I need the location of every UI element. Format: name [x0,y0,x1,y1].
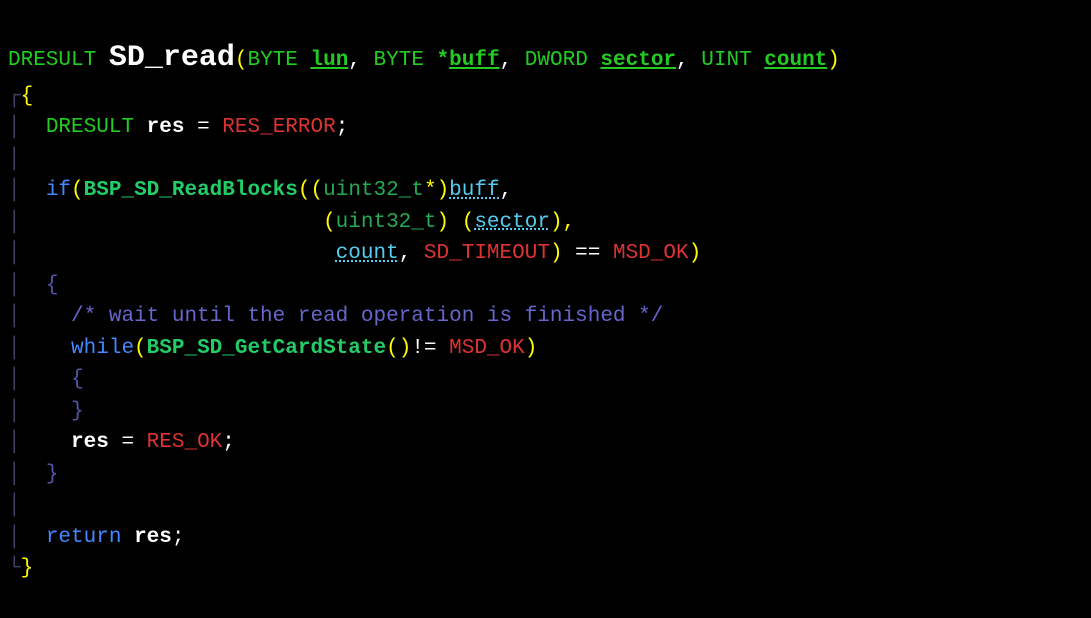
brace-open: { [71,368,84,391]
sep: , [348,49,373,72]
guide: │ [8,179,21,202]
function-name: SD_read [109,41,235,75]
cast-type: uint32_t [323,179,424,202]
call: BSP_SD_GetCardState [147,337,386,360]
line-8: │ { [8,274,58,297]
return-type: DRESULT [8,49,109,72]
guide: │ [8,148,21,171]
cast-type: uint32_t [336,211,437,234]
paren-close: ) [689,242,702,265]
kw-if: if [46,179,71,202]
guide: │ [8,494,21,517]
code-block: DRESULT SD_read(BYTE lun, BYTE *buff, DW… [0,0,1091,589]
paren-open: ( [134,337,147,360]
line-17: └} [8,557,33,580]
enum-val: RES_OK [147,431,223,454]
line-2: ┌{ [8,85,33,108]
paren-open: ( [311,179,324,202]
guide: └ [8,557,21,580]
param4-type: UINT [701,49,764,72]
enum-val: MSD_OK [449,337,525,360]
arg-timeout: SD_TIMEOUT [424,242,550,265]
line-16: │ return res; [8,526,184,549]
line-1: DRESULT SD_read(BYTE lun, BYTE *buff, DW… [8,49,840,72]
kw-while: while [71,337,134,360]
guide: │ [8,242,21,265]
guide: │ [8,431,21,454]
brace-close: } [46,463,59,486]
brace-close: } [21,557,34,580]
line-5: │ if(BSP_SD_ReadBlocks((uint32_t*)buff, [8,179,512,202]
line-6: │ (uint32_t) (sector), [8,211,575,234]
param4-name: count [764,49,827,72]
paren-open: ( [298,179,311,202]
paren-close: ) [437,179,450,202]
paren-close: ) [525,337,538,360]
semi: ; [336,116,349,139]
guide: │ [8,211,21,234]
star: * [437,49,450,72]
paren-open: ( [235,49,248,72]
paren-close: ) ( [437,211,475,234]
sep: , [500,49,525,72]
parens: () [386,337,411,360]
line-11: │ { [8,368,84,391]
arg: sector [474,211,550,234]
arg: buff [449,179,499,202]
comma: , [500,179,513,202]
brace-close: } [71,400,84,423]
line-7: │ count, SD_TIMEOUT) == MSD_OK) [8,242,701,265]
guide: │ [8,463,21,486]
line-10: │ while(BSP_SD_GetCardState()!= MSD_OK) [8,337,537,360]
paren-close: ) [827,49,840,72]
comment: /* wait until the read operation is fini… [71,305,663,328]
guide: │ [8,400,21,423]
enum-val: RES_ERROR [222,116,335,139]
kw-return: return [46,526,122,549]
paren-open: ( [71,179,84,202]
guide: │ [8,116,21,139]
guide: │ [8,305,21,328]
guide: │ [8,526,21,549]
guide: │ [8,337,21,360]
brace-open: { [46,274,59,297]
var: res [134,526,172,549]
decl-var: res [147,116,185,139]
semi: ; [172,526,185,549]
star: * [424,179,437,202]
param2-name: buff [449,49,499,72]
var: res [71,431,109,454]
guide: │ [8,274,21,297]
op-eq: = [184,116,222,139]
guide: │ [8,368,21,391]
param3-name: sector [600,49,676,72]
semi: ; [222,431,235,454]
param2-type: BYTE [374,49,437,72]
param1-name: lun [310,49,348,72]
line-13: │ res = RES_OK; [8,431,235,454]
tail: ), [550,211,575,234]
paren-open: ( [323,211,336,234]
line-14: │ } [8,463,58,486]
line-3: │ DRESULT res = RES_ERROR; [8,116,348,139]
sep: , [676,49,701,72]
line-9: │ /* wait until the read operation is fi… [8,305,663,328]
op-eqeq: == [563,242,613,265]
param3-type: DWORD [525,49,601,72]
guide: ┌ [8,85,21,108]
line-4: │ [8,148,21,171]
paren-close: ) [550,242,563,265]
arg-count: count [336,242,399,265]
param1-type: BYTE [247,49,310,72]
line-15: │ [8,494,21,517]
enum-val: MSD_OK [613,242,689,265]
op-eq: = [109,431,147,454]
brace-open: { [21,85,34,108]
op-neq: != [411,337,449,360]
sep: , [399,242,424,265]
decl-type: DRESULT [46,116,147,139]
line-12: │ } [8,400,84,423]
call: BSP_SD_ReadBlocks [84,179,298,202]
